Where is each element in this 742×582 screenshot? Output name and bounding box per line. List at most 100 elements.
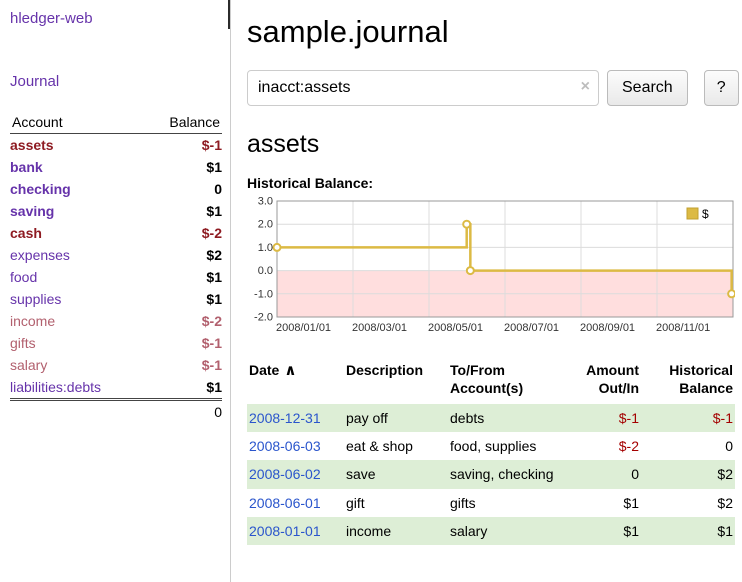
chart-title: Historical Balance: — [247, 175, 739, 191]
accounts-total-spacer — [10, 400, 143, 424]
account-cell: income — [10, 310, 143, 332]
transaction-date-cell: 2008-06-03 — [247, 432, 344, 460]
account-link-bank[interactable]: bank — [10, 159, 43, 175]
svg-text:2008/03/01: 2008/03/01 — [352, 322, 407, 334]
account-link-income[interactable]: income — [10, 313, 55, 329]
account-row: expenses $2 — [10, 244, 222, 266]
account-link-salary[interactable]: salary — [10, 357, 47, 373]
accounts-table: Account Balance assets $-1 bank $1 check… — [10, 112, 222, 423]
transaction-accounts: gifts — [448, 489, 560, 517]
accounts-header-account: Account — [10, 112, 143, 134]
nav-journal: Journal — [10, 73, 222, 90]
main-content: sample.journal × Search ? assets Histori… — [231, 0, 742, 582]
account-row: food $1 — [10, 266, 222, 288]
table-row: 2008-06-03 eat & shop food, supplies $-2… — [247, 432, 735, 460]
table-row: 2008-06-01 gift gifts $1 $2 — [247, 489, 735, 517]
app: hledger-web Journal Account Balance asse… — [0, 0, 742, 582]
transaction-accounts: debts — [448, 404, 560, 432]
account-link-expenses[interactable]: expenses — [10, 247, 70, 263]
sidebar: hledger-web Journal Account Balance asse… — [0, 0, 231, 582]
transaction-date-link[interactable]: 2008-06-02 — [249, 466, 321, 482]
account-balance: $2 — [143, 244, 222, 266]
search-button[interactable]: Search — [607, 70, 688, 106]
register-header-description: Description — [344, 358, 448, 404]
account-cell: bank — [10, 156, 143, 178]
account-cell: liabilities:debts — [10, 376, 143, 400]
accounts-total-value: 0 — [143, 400, 222, 424]
account-row: bank $1 — [10, 156, 222, 178]
account-balance: $-2 — [143, 222, 222, 244]
account-link-liabilities-debts[interactable]: liabilities:debts — [10, 379, 101, 395]
transaction-date-cell: 2008-01-01 — [247, 517, 344, 545]
journal-link[interactable]: Journal — [10, 73, 59, 90]
register-header-balance: Historical Balance — [641, 358, 735, 404]
account-row: gifts $-1 — [10, 332, 222, 354]
transaction-balance: 0 — [641, 432, 735, 460]
transaction-description: income — [344, 517, 448, 545]
register-header-amount: Amount Out/In — [560, 358, 641, 404]
svg-text:2008/01/01: 2008/01/01 — [276, 322, 331, 334]
transaction-accounts: salary — [448, 517, 560, 545]
search-bar: × Search ? — [247, 70, 739, 106]
transaction-description: save — [344, 460, 448, 488]
account-link-checking[interactable]: checking — [10, 181, 71, 197]
account-balance: $1 — [143, 376, 222, 400]
account-cell: cash — [10, 222, 143, 244]
transaction-amount: $-1 — [560, 404, 641, 432]
transaction-date-link[interactable]: 2008-06-03 — [249, 438, 321, 454]
transaction-date-link[interactable]: 2008-06-01 — [249, 495, 321, 511]
svg-text:3.0: 3.0 — [258, 197, 273, 208]
account-link-food[interactable]: food — [10, 269, 37, 285]
account-row: checking 0 — [10, 178, 222, 200]
register-header-accounts: To/From Account(s) — [448, 358, 560, 404]
transaction-amount: $-2 — [560, 432, 641, 460]
account-link-saving[interactable]: saving — [10, 203, 54, 219]
table-row: 2008-12-31 pay off debts $-1 $-1 — [247, 404, 735, 432]
transaction-date-link[interactable]: 2008-12-31 — [249, 410, 321, 426]
svg-text:0.0: 0.0 — [258, 265, 273, 277]
account-cell: saving — [10, 200, 143, 222]
account-cell: food — [10, 266, 143, 288]
transaction-description: pay off — [344, 404, 448, 432]
register-table: Date∧ Description To/From Account(s) Amo… — [247, 358, 735, 545]
account-link-supplies[interactable]: supplies — [10, 291, 61, 307]
account-heading: assets — [247, 130, 739, 159]
account-cell: expenses — [10, 244, 143, 266]
account-cell: supplies — [10, 288, 143, 310]
help-button[interactable]: ? — [704, 70, 739, 106]
account-balance: $-2 — [143, 310, 222, 332]
account-balance: $-1 — [143, 134, 222, 157]
account-link-cash[interactable]: cash — [10, 225, 42, 241]
historical-balance-chart: $3.02.01.00.0-1.0-2.02008/01/012008/03/0… — [247, 197, 739, 340]
svg-text:$: $ — [702, 207, 709, 221]
transaction-date-cell: 2008-06-01 — [247, 489, 344, 517]
app-title-link[interactable]: hledger-web — [10, 10, 93, 27]
transaction-date-cell: 2008-06-02 — [247, 460, 344, 488]
transaction-balance: $2 — [641, 489, 735, 517]
transaction-amount: $1 — [560, 489, 641, 517]
transaction-balance: $-1 — [641, 404, 735, 432]
account-balance: $-1 — [143, 354, 222, 376]
search-input[interactable] — [247, 70, 599, 106]
account-row: assets $-1 — [10, 134, 222, 157]
sort-ascending-icon: ∧ — [284, 362, 296, 379]
account-link-assets[interactable]: assets — [10, 137, 54, 153]
account-balance: $1 — [143, 288, 222, 310]
scrollbar-thumb[interactable] — [228, 0, 230, 29]
account-balance: $1 — [143, 266, 222, 288]
clear-search-icon[interactable]: × — [581, 79, 590, 95]
transaction-accounts: saving, checking — [448, 460, 560, 488]
transaction-balance: $1 — [641, 517, 735, 545]
account-link-gifts[interactable]: gifts — [10, 335, 36, 351]
table-row: 2008-01-01 income salary $1 $1 — [247, 517, 735, 545]
svg-text:2.0: 2.0 — [258, 219, 273, 231]
transaction-amount: $1 — [560, 517, 641, 545]
account-cell: gifts — [10, 332, 143, 354]
register-header-date[interactable]: Date∧ — [247, 358, 344, 404]
transaction-description: eat & shop — [344, 432, 448, 460]
transaction-date-link[interactable]: 2008-01-01 — [249, 523, 321, 539]
table-row: 2008-06-02 save saving, checking 0 $2 — [247, 460, 735, 488]
account-row: cash $-2 — [10, 222, 222, 244]
svg-text:-2.0: -2.0 — [254, 312, 273, 324]
register-header-row: Date∧ Description To/From Account(s) Amo… — [247, 358, 735, 404]
